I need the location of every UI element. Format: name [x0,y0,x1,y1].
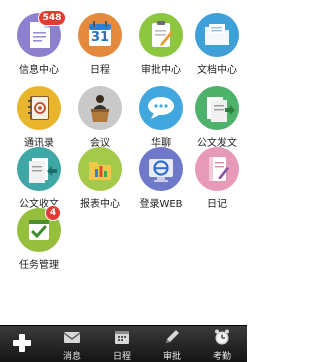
app-official-dispatch[interactable]: 公文发文 [186,75,248,149]
task-count-badge: 4 [45,205,61,221]
envelope-icon [63,332,81,343]
chat-bubble-icon [139,86,183,130]
tab-label: 日程 [112,352,131,362]
app-approval-center[interactable]: 审批中心 [130,2,192,76]
approval-clipboard-icon [139,13,183,57]
tab-messages[interactable]: 消息 [47,325,97,362]
app-label: 文档中心 [197,65,237,76]
diary-notebook-icon [195,147,239,191]
tab-label: 消息 [62,352,81,362]
dispatch-document-icon [195,86,239,130]
app-diary[interactable]: 日记 [186,136,248,210]
app-info-center[interactable]: 548 信息中心 [8,2,70,76]
calendar-icon [115,331,129,344]
app-label: 日记 [207,199,227,210]
unread-count-badge: 548 [38,10,66,26]
app-huachat[interactable]: 华聊 [130,75,192,149]
document-folder-icon [195,13,239,57]
calendar-day-number: 31 [90,30,110,45]
app-grid: 548 信息中心 31 日程 审批中心 文档中心 通讯录 会议 华聊 公文发文 … [0,0,247,325]
tab-attendance[interactable]: 考勤 [197,325,247,362]
app-web-login[interactable]: 登录WEB [130,136,192,210]
address-book-icon [17,86,61,130]
app-official-receipt[interactable]: 公文收文 [8,136,70,210]
alarm-clock-icon [215,329,229,345]
tab-label: 考勤 [212,352,231,362]
meeting-podium-icon [78,86,122,130]
plus-icon [13,334,31,352]
app-contacts[interactable]: 通讯录 [8,75,70,149]
add-button[interactable] [0,325,44,361]
browser-globe-icon [139,147,183,191]
pen-icon [166,330,179,343]
app-task-management[interactable]: 4 任务管理 [8,197,70,271]
app-meeting[interactable]: 会议 [69,75,131,149]
tab-schedule[interactable]: 日程 [97,325,147,362]
receipt-document-icon [17,147,61,191]
app-schedule[interactable]: 31 日程 [69,2,131,76]
app-report-center[interactable]: 报表中心 [69,136,131,210]
app-document-center[interactable]: 文档中心 [186,2,248,76]
calendar-icon: 31 [78,13,122,57]
tab-label: 审批 [162,352,181,362]
report-folder-icon [78,147,122,191]
app-label: 任务管理 [19,260,59,271]
tab-approval[interactable]: 审批 [147,325,197,362]
